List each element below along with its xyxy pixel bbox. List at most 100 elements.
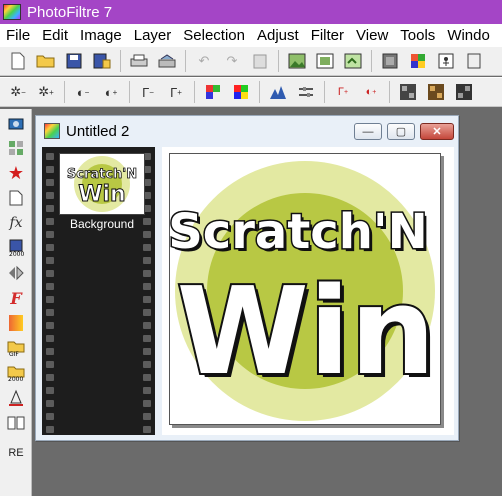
open-icon[interactable] <box>34 49 58 73</box>
film-sprocket <box>143 426 151 433</box>
menu-adjust[interactable]: Adjust <box>251 27 305 44</box>
toolbar-separator <box>278 50 279 72</box>
re-label[interactable]: RE <box>3 442 29 464</box>
camera-icon[interactable] <box>3 112 29 134</box>
app-title: PhotoFiltre 7 <box>27 3 113 21</box>
minimize-button[interactable]: — <box>354 123 382 140</box>
menu-edit[interactable]: Edit <box>36 27 74 44</box>
save-as-icon[interactable] <box>90 49 114 73</box>
histogram-icon[interactable] <box>266 80 290 104</box>
toolbar-separator <box>324 81 325 103</box>
film-sprocket <box>46 270 54 277</box>
film-sprocket <box>46 283 54 290</box>
undo-icon[interactable]: ↶ <box>192 49 216 73</box>
image-size-icon[interactable] <box>285 49 309 73</box>
maximize-button[interactable]: ▢ <box>387 123 415 140</box>
toolbar-separator <box>194 81 195 103</box>
toolbar-separator <box>259 81 260 103</box>
scan-icon[interactable] <box>155 49 179 73</box>
script-icon[interactable]: F <box>3 287 29 309</box>
save-2000-icon[interactable]: 2000 <box>3 237 29 259</box>
toolbar-separator <box>371 50 372 72</box>
film-sprocket <box>46 426 54 433</box>
color-palette-icon[interactable] <box>406 49 430 73</box>
auto-gamma-icon[interactable]: Γ + <box>331 80 355 104</box>
menu-layer[interactable]: Layer <box>128 27 178 44</box>
film-sprocket <box>143 400 151 407</box>
brightness-up-icon[interactable]: ✲ − <box>6 80 30 104</box>
film-sprockets-left <box>45 147 55 435</box>
menu-view[interactable]: View <box>350 27 394 44</box>
saturation-down-icon[interactable] <box>201 80 225 104</box>
film-sprocket <box>46 218 54 225</box>
levels-icon[interactable] <box>294 80 318 104</box>
redo-icon[interactable]: ↷ <box>220 49 244 73</box>
film-sprocket <box>143 244 151 251</box>
layer-thumbnail[interactable]: Scratch'N Win <box>59 153 145 215</box>
folder-2000-icon[interactable]: 2000 <box>3 362 29 384</box>
svg-text:2000: 2000 <box>8 376 23 382</box>
film-sprocket <box>46 244 54 251</box>
photofiltre-window: PhotoFiltre 7 File Edit Image Layer Sele… <box>0 0 502 496</box>
contrast-up-icon[interactable]: ◐ + <box>99 80 123 104</box>
film-sprocket <box>46 192 54 199</box>
mirror-icon[interactable] <box>3 262 29 284</box>
film-sprocket <box>46 179 54 186</box>
frame-icon[interactable] <box>378 49 402 73</box>
book-icon[interactable] <box>3 412 29 434</box>
film-sprocket <box>143 322 151 329</box>
tools-sidebar: ★ 𝑓x 2000 F GIF 2000 RE <box>0 109 32 496</box>
film-sprocket <box>143 309 151 316</box>
text-tool-icon[interactable] <box>3 387 29 409</box>
paste-icon[interactable] <box>248 49 272 73</box>
contrast-down-icon[interactable]: ◐ − <box>71 80 95 104</box>
menu-bar: File Edit Image Layer Selection Adjust F… <box>0 24 502 46</box>
pattern-1-icon[interactable] <box>396 80 420 104</box>
toolbar-separator <box>185 50 186 72</box>
document-icon <box>44 123 60 139</box>
film-sprocket <box>46 257 54 264</box>
film-sprocket <box>46 153 54 160</box>
gamma-down-icon[interactable]: Γ − <box>136 80 160 104</box>
film-sprocket <box>46 400 54 407</box>
exit-icon[interactable] <box>462 49 486 73</box>
filter-icon[interactable] <box>434 49 458 73</box>
menu-selection[interactable]: Selection <box>177 27 251 44</box>
canvas-size-icon[interactable] <box>313 49 337 73</box>
save-icon[interactable] <box>62 49 86 73</box>
menu-filter[interactable]: Filter <box>305 27 350 44</box>
gradient-bar-icon[interactable] <box>3 312 29 334</box>
new-icon[interactable] <box>6 49 30 73</box>
film-sprocket <box>143 361 151 368</box>
svg-text:2000: 2000 <box>9 251 24 257</box>
brightness-down-icon[interactable]: ✲ + <box>34 80 58 104</box>
gamma-up-icon[interactable]: Γ + <box>164 80 188 104</box>
gif-folder-icon[interactable]: GIF <box>3 337 29 359</box>
auto-levels-icon[interactable]: ◐ + <box>359 80 383 104</box>
menu-tools[interactable]: Tools <box>394 27 441 44</box>
film-sprocket <box>46 335 54 342</box>
menu-image[interactable]: Image <box>74 27 128 44</box>
svg-text:GIF: GIF <box>9 351 19 357</box>
star-icon[interactable]: ★ <box>3 162 29 184</box>
layers-icon[interactable] <box>3 137 29 159</box>
pattern-2-icon[interactable] <box>424 80 448 104</box>
print-icon[interactable] <box>127 49 151 73</box>
pattern-3-icon[interactable] <box>452 80 476 104</box>
film-sprocket <box>46 374 54 381</box>
menu-file[interactable]: File <box>0 27 36 44</box>
close-button[interactable]: ✕ <box>420 123 454 140</box>
film-sprocket <box>46 361 54 368</box>
image-canvas[interactable]: Scratch'N Scratch'N Win Win <box>169 153 441 425</box>
document-title: Untitled 2 <box>66 122 130 140</box>
layer-name[interactable]: Background <box>59 217 145 231</box>
logo-line1: Scratch'N <box>170 204 428 260</box>
gradient-icon[interactable] <box>341 49 365 73</box>
film-sprocket <box>143 335 151 342</box>
menu-window[interactable]: Windo <box>441 27 496 44</box>
fx-icon[interactable]: 𝑓x <box>3 212 29 234</box>
workspace-background <box>461 109 502 496</box>
adjust-toolbar: ✲ − ✲ + ◐ − ◐ + Γ − Γ + Γ + ◐ + <box>0 77 502 107</box>
page-icon[interactable] <box>3 187 29 209</box>
saturation-up-icon[interactable] <box>229 80 253 104</box>
